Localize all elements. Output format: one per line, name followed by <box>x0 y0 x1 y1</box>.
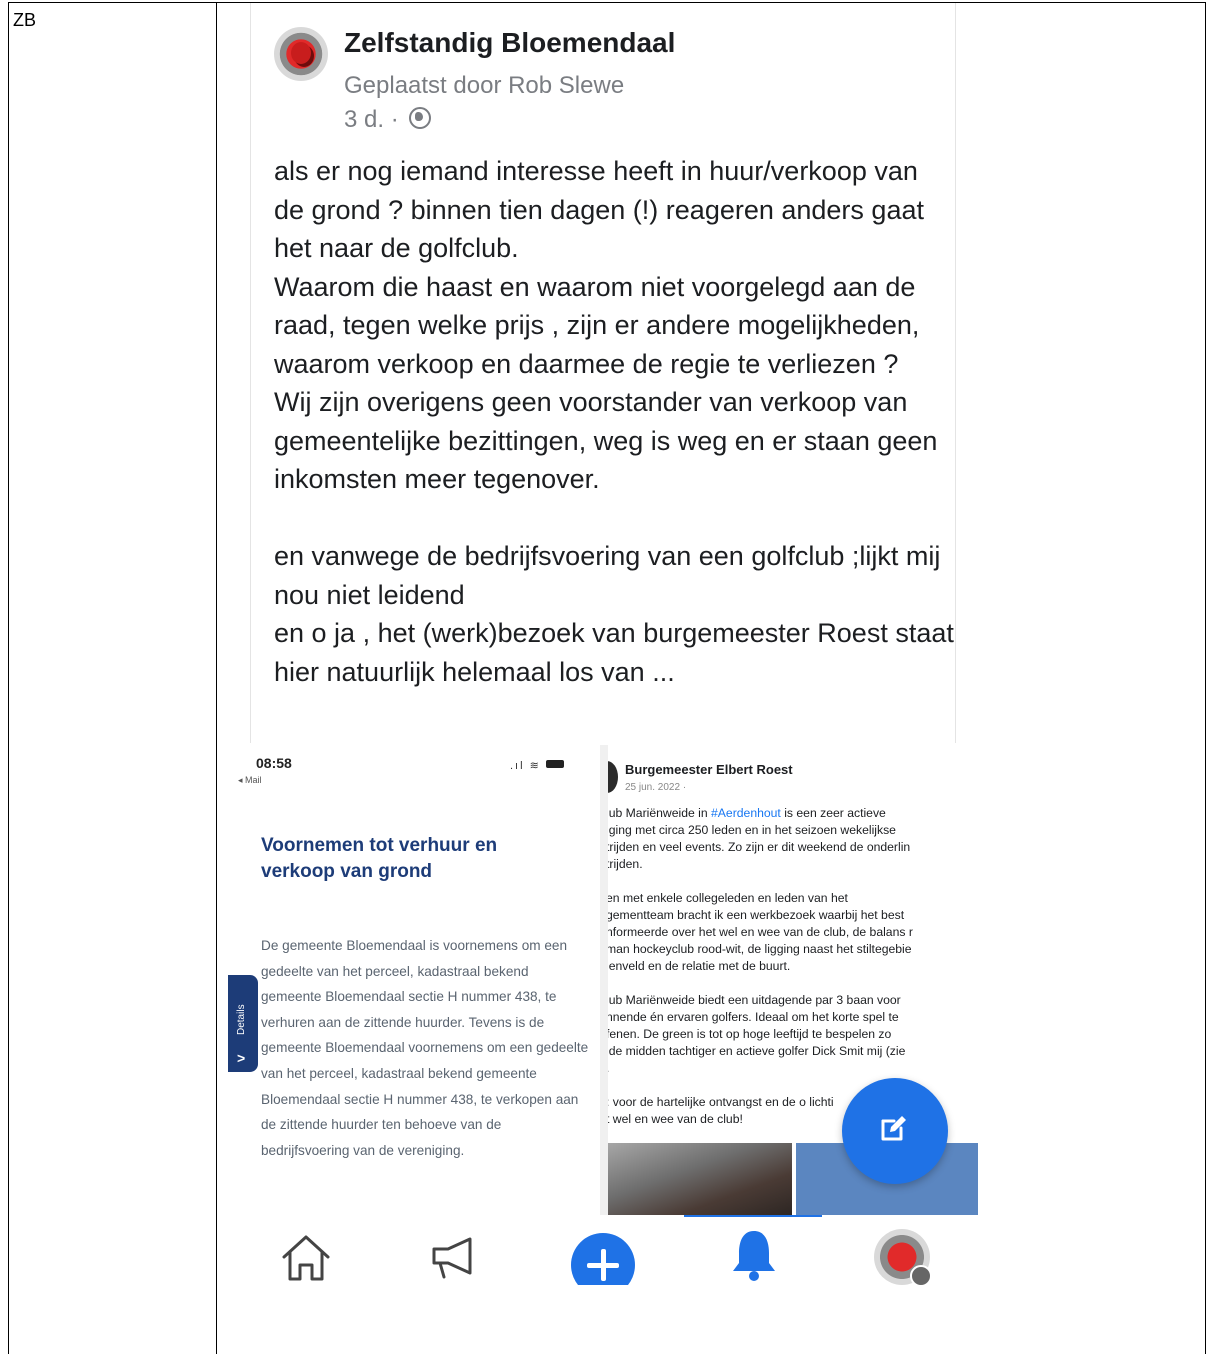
post-photo[interactable] <box>608 1143 792 1215</box>
page-avatar[interactable] <box>274 27 328 81</box>
battery-icon <box>545 760 564 768</box>
embedded-screenshot: 08:58 ◂ Mail .ıl ≋ Voornemen tot verhuur… <box>228 745 978 1285</box>
bottom-tab-bar <box>228 1217 978 1285</box>
mayor-text-body: is een zeer actieve iging met circa 250 … <box>608 806 913 1126</box>
mayor-date: 25 jun. 2022 · <box>625 782 687 793</box>
details-tab-label: Details <box>236 1004 247 1035</box>
post-time: 3 d. · <box>344 106 432 134</box>
back-to-mail[interactable]: ◂ Mail <box>238 775 262 786</box>
wifi-icon: ≋ <box>529 760 541 772</box>
mayor-name[interactable]: Burgemeester Elbert Roest <box>625 762 793 777</box>
edit-icon <box>881 1116 906 1141</box>
post-paragraph: Waarom die haast en waarom niet voorgele… <box>274 271 920 379</box>
plus-icon[interactable] <box>571 1233 635 1285</box>
home-icon[interactable] <box>276 1227 336 1285</box>
post-paragraph: en vanwege de bedrijfsvoering van een go… <box>274 541 941 610</box>
page-name[interactable]: Zelfstandig Bloemendaal <box>344 27 675 59</box>
post-text: als er nog iemand interesse heeft in huu… <box>274 152 954 691</box>
mayor-avatar[interactable] <box>608 761 618 793</box>
mayor-text-lead: lub Mariënweide in <box>608 806 712 820</box>
status-icons: .ıl ≋ <box>510 759 564 772</box>
mayor-post-text: lub Mariënweide in #Aerdenhout is een ze… <box>608 805 978 1128</box>
megaphone-icon[interactable] <box>422 1227 482 1285</box>
compose-button[interactable] <box>842 1078 948 1184</box>
notice-body: De gemeente Bloemendaal is voornemens om… <box>261 938 589 1158</box>
post-paragraph: als er nog iemand interesse heeft in huu… <box>274 156 924 263</box>
panel-divider <box>600 745 608 1215</box>
row-label: ZB <box>13 10 37 30</box>
signal-icon: .ıl <box>510 760 525 772</box>
post-paragraph: Wij zijn overigens geen voorstander van … <box>274 387 938 494</box>
globe-icon <box>409 107 432 129</box>
post-time-label[interactable]: 3 d. · <box>344 106 399 133</box>
chevron-right-icon: > <box>237 1050 246 1066</box>
table-column-divider <box>216 2 217 1354</box>
menu-badge <box>910 1265 932 1285</box>
status-time: 08:58 <box>256 755 292 771</box>
notice-panel: 08:58 ◂ Mail .ıl ≋ Voornemen tot verhuur… <box>228 745 600 1215</box>
notice-title: Voornemen tot verhuur en verkoop van gro… <box>261 835 498 882</box>
details-tab[interactable]: Details > <box>228 975 258 1072</box>
post-paragraph: en o ja , het (werk)bezoek van burgemees… <box>274 618 954 687</box>
bell-icon[interactable] <box>724 1225 784 1285</box>
posted-by: Geplaatst door Rob Slewe <box>344 72 625 99</box>
profile-avatar[interactable] <box>874 1229 932 1285</box>
hashtag-link[interactable]: #Aerdenhout <box>711 806 781 820</box>
